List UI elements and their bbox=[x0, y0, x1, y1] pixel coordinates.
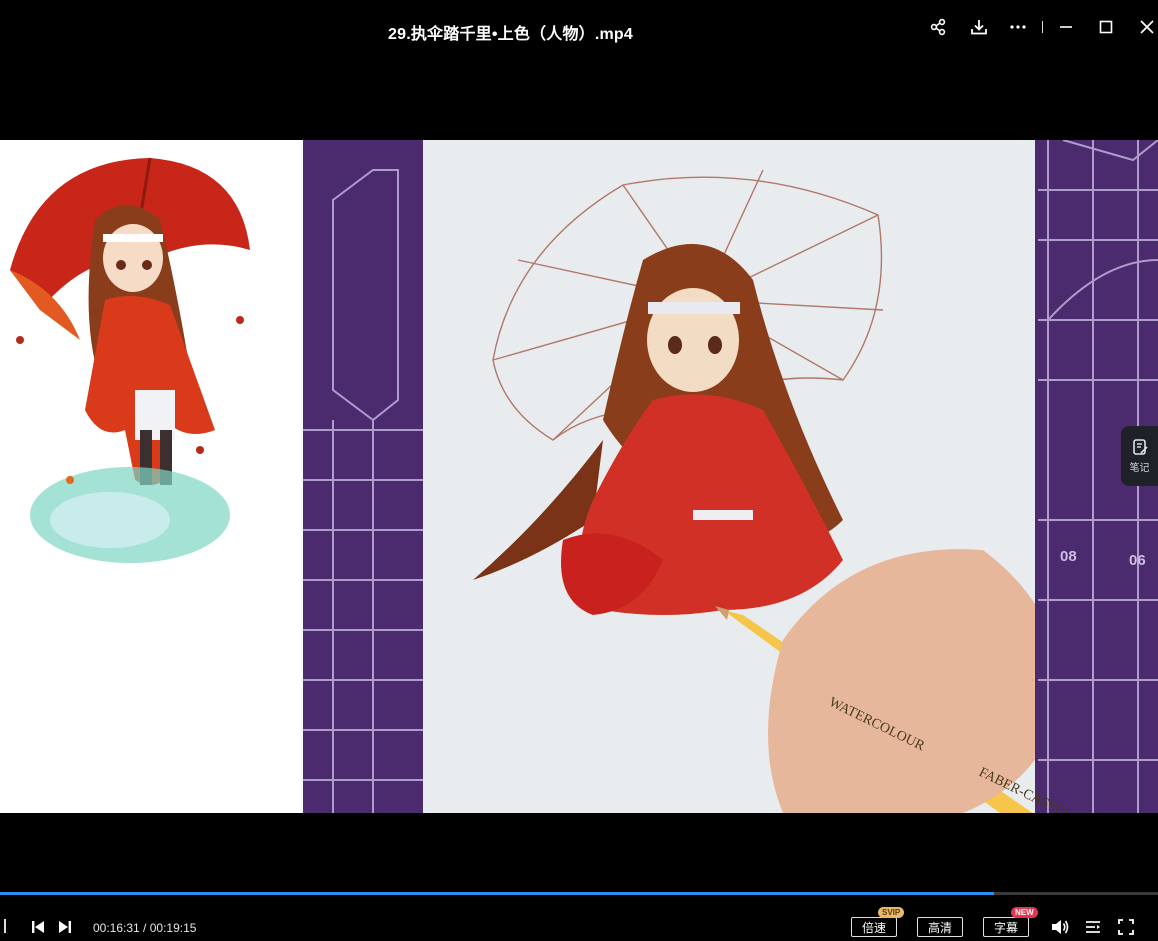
mat-number: 06 bbox=[1129, 552, 1146, 569]
notes-label: 笔记 bbox=[1129, 463, 1150, 474]
download-icon bbox=[971, 20, 987, 35]
close-icon bbox=[1140, 20, 1154, 34]
download-button[interactable] bbox=[967, 15, 991, 39]
quality-button[interactable]: 高清 bbox=[917, 917, 963, 937]
drawing-paper: WATERCOLOUR FABER-CASTELL bbox=[423, 140, 1082, 813]
control-bar: 00:16:31 / 00:19:15 倍速 SVIP 高清 字幕 NEW bbox=[0, 905, 1158, 941]
skip-previous-icon bbox=[32, 921, 44, 933]
subtitle-label: 字幕 bbox=[993, 920, 1018, 935]
fullscreen-button[interactable] bbox=[1116, 917, 1136, 937]
mat-number: 08 bbox=[1060, 548, 1077, 565]
progress-bar[interactable] bbox=[0, 892, 1158, 895]
next-button[interactable] bbox=[55, 917, 75, 937]
fullscreen-icon bbox=[1118, 919, 1134, 935]
share-button[interactable] bbox=[926, 15, 950, 39]
time-separator: / bbox=[139, 921, 150, 935]
time-display: 00:16:31 / 00:19:15 bbox=[93, 921, 196, 935]
speed-label: 倍速 bbox=[861, 920, 886, 935]
maximize-button[interactable] bbox=[1094, 15, 1118, 39]
more-icon bbox=[1010, 25, 1026, 29]
progress-fill bbox=[0, 892, 994, 895]
svip-badge: SVIP bbox=[878, 907, 905, 918]
minimize-icon bbox=[1060, 26, 1072, 28]
notes-button[interactable]: 笔记 bbox=[1121, 426, 1158, 486]
total-time: 00:19:15 bbox=[149, 921, 197, 935]
playlist-button[interactable] bbox=[1083, 917, 1103, 937]
title-bar: 29.执伞踏千里•上色（人物）.mp4 bbox=[0, 0, 1158, 58]
video-title: 29.执伞踏千里•上色（人物）.mp4 bbox=[388, 26, 633, 43]
skip-next-icon bbox=[59, 921, 71, 933]
cutting-mat: 08 06 WATERCOLOUR FABER-CASTELL bbox=[303, 140, 1158, 813]
minimize-button[interactable] bbox=[1054, 15, 1078, 39]
share-icon bbox=[930, 18, 946, 36]
more-button[interactable] bbox=[1006, 15, 1030, 39]
title-separator bbox=[1042, 21, 1043, 33]
current-time: 00:16:31 bbox=[93, 921, 140, 935]
video-frame[interactable]: 08 06 WATERCOLOUR FABER-CASTELL bbox=[0, 140, 1158, 813]
previous-button[interactable] bbox=[28, 917, 48, 937]
quality-label: 高清 bbox=[927, 920, 952, 935]
speed-button[interactable]: 倍速 bbox=[851, 917, 897, 937]
playlist-icon bbox=[1086, 921, 1100, 933]
play-indicator[interactable] bbox=[4, 919, 6, 933]
subtitle-button[interactable]: 字幕 bbox=[983, 917, 1029, 937]
drawing-illustration bbox=[473, 169, 1063, 813]
new-badge: NEW bbox=[1011, 907, 1038, 918]
note-icon bbox=[1132, 439, 1148, 455]
close-button[interactable] bbox=[1135, 15, 1158, 39]
volume-icon bbox=[1052, 920, 1069, 934]
maximize-icon bbox=[1099, 20, 1113, 34]
reference-image bbox=[0, 140, 303, 813]
volume-button[interactable] bbox=[1050, 917, 1070, 937]
reference-illustration bbox=[10, 157, 250, 563]
